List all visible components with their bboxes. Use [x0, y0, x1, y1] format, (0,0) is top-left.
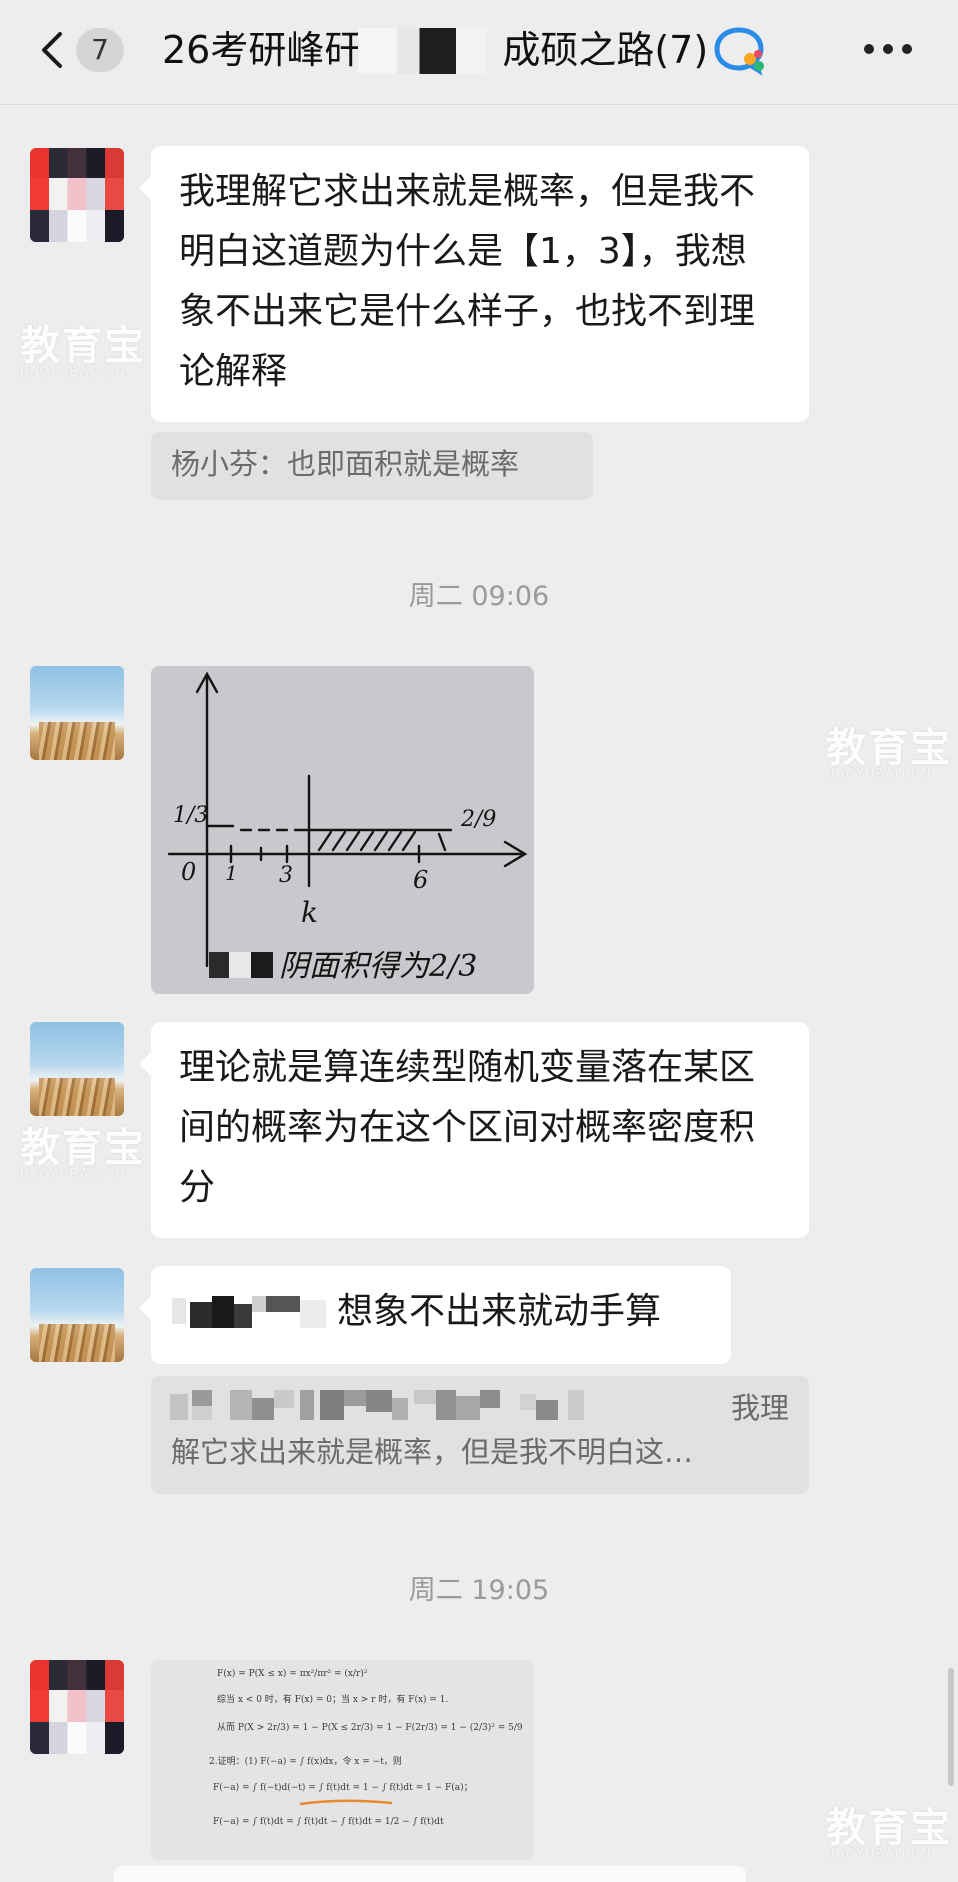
x-tick-label: 1	[225, 861, 238, 885]
unread-count-badge[interactable]: 7	[76, 28, 124, 72]
scrollbar[interactable]	[948, 1668, 954, 1786]
redaction-mask	[229, 952, 251, 978]
image-message-sketch[interactable]: 1/3 0 1 3 6 k 2/9 阴面积得为2/3	[151, 666, 534, 994]
watermark: 教育宝 JIAOYUBAO.CN	[20, 326, 146, 380]
avatar[interactable]	[30, 1022, 124, 1116]
watermark-brand: 教育宝	[826, 1805, 952, 1851]
document-photo: F(x) = P(X ≤ x) = πx²/πr² = (x/r)² 综当 x …	[151, 1660, 534, 1860]
watermark: 教育宝 JIAOYUBAO.CN	[826, 728, 952, 782]
k-label: k	[301, 896, 318, 929]
more-options-icon[interactable]	[864, 44, 912, 56]
x-tick-label: 6	[413, 866, 428, 894]
avatar[interactable]	[30, 666, 124, 760]
back-arrow-icon[interactable]	[34, 30, 70, 70]
avatar[interactable]	[30, 1268, 124, 1362]
redaction-mask	[209, 952, 229, 978]
group-service-icon[interactable]	[714, 26, 768, 76]
hand-drawn-graph: 1/3 0 1 3 6 k 2/9 阴面积得为2/3	[151, 666, 534, 994]
chat-title-right: 成硕之路(7)	[502, 28, 709, 72]
quoted-message[interactable]: 杨小芬：也即面积就是概率	[151, 432, 593, 500]
avatar[interactable]	[30, 148, 124, 242]
doc-line: 从而 P(X > 2r/3) = 1 − P(X ≤ 2r/3) = 1 − F…	[217, 1722, 523, 1733]
time-divider: 周二 09:06	[408, 581, 550, 612]
message-bubble[interactable]: 我理解它求出来就是概率，但是我不明白这道题为什么是【1，3】，我想象不出来它是什…	[139, 146, 809, 422]
quote-text-line2: 解它求出来就是概率，但是我不明白这…	[171, 1435, 694, 1469]
quote-text-line1: 我理	[730, 1391, 789, 1425]
doc-line: 2.证明：(1) F(−a) = ∫ f(x)dx，令 x = −t，则	[209, 1755, 402, 1767]
avatar[interactable]	[30, 1660, 124, 1754]
chat-title-left: 26考研峰矸	[162, 28, 363, 72]
image-message-document[interactable]: F(x) = P(X ≤ x) = πx²/πr² = (x/r)² 综当 x …	[151, 1660, 534, 1860]
message-text: 想象不出来就动手算	[337, 1291, 662, 1332]
watermark-brand: 教育宝	[20, 323, 146, 369]
watermark-brand: 教育宝	[20, 1125, 146, 1171]
doc-line: 综当 x < 0 时，有 F(x) = 0；当 x > r 时，有 F(x) =…	[217, 1693, 449, 1705]
watermark: 教育宝 JIAOYUBAO.CN	[20, 1128, 146, 1182]
watermark-brand: 教育宝	[826, 725, 952, 771]
mention-redaction-mask	[172, 1296, 326, 1328]
time-divider: 周二 19:05	[408, 1575, 550, 1606]
title-redaction-mask	[358, 28, 498, 74]
top-bar: 7 26考研峰矸 成硕之路(7)	[0, 0, 958, 105]
y-tick-label: 1/3	[173, 803, 208, 828]
message-bubble[interactable]: 理论就是算连续型随机变量落在某区间的概率为在这个区间对概率密度积分	[139, 1022, 809, 1238]
doc-line: F(−a) = ∫ f(−t)d(−t) = ∫ f(t)dt = 1 − ∫ …	[213, 1782, 473, 1793]
sketch-caption: 阴面积得为2/3	[279, 949, 477, 984]
right-label: 2/9	[460, 807, 496, 832]
watermark: 教育宝 JIAOYUBAO.CN	[826, 1808, 952, 1862]
quote-redaction-mask	[170, 1390, 584, 1420]
redaction-mask	[251, 952, 273, 978]
input-bar-edge	[114, 1866, 746, 1882]
x-tick-label: 3	[279, 863, 293, 888]
doc-line: F(x) = P(X ≤ x) = πx²/πr² = (x/r)²	[217, 1668, 368, 1679]
x-tick-label: 0	[181, 858, 196, 886]
doc-line: F(−a) = ∫ f(t)dt = ∫ f(t)dt − ∫ f(t)dt =…	[213, 1816, 444, 1827]
